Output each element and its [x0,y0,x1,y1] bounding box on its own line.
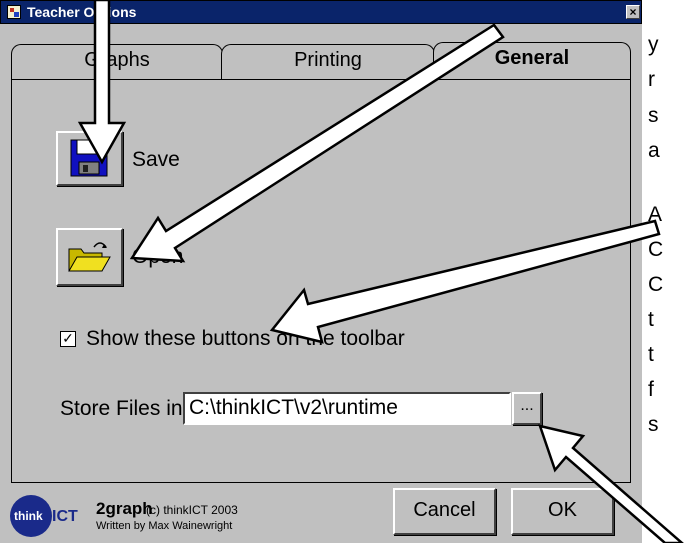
annotation-arrow [129,23,505,263]
annotation-arrow [538,424,684,543]
annotation-arrow [77,0,127,165]
annotation-arrows [77,0,684,543]
annotation-arrow [269,219,661,344]
